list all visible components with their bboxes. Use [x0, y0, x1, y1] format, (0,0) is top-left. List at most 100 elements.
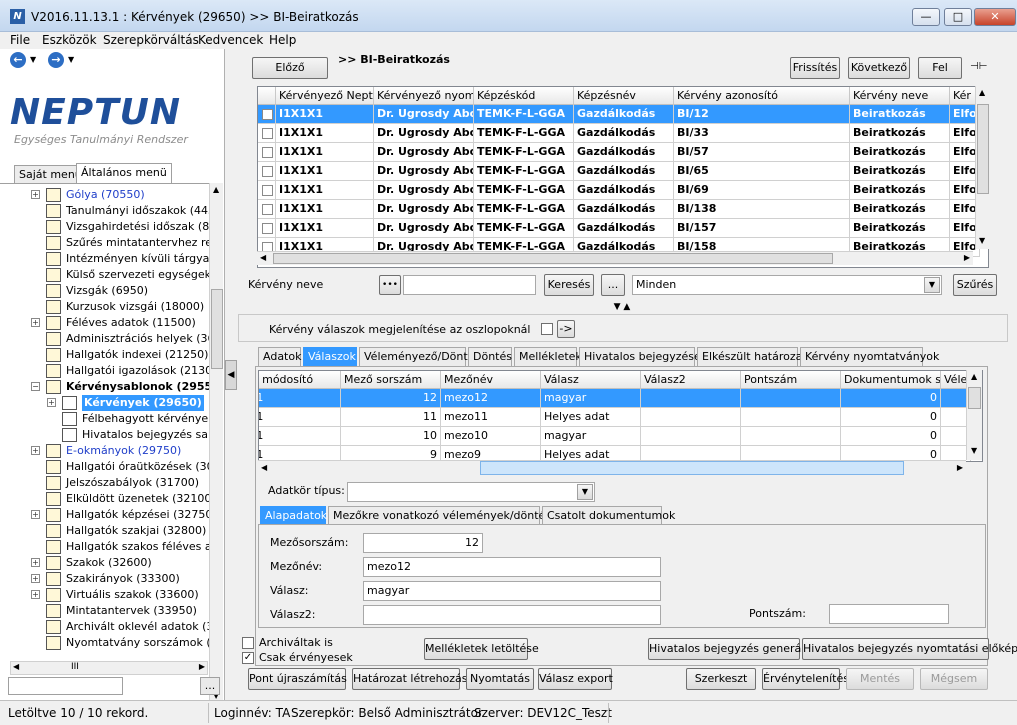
column-header[interactable]: Kérvényező Nept... — [276, 87, 374, 105]
column-header[interactable]: Pontszám — [741, 371, 841, 389]
refresh-button[interactable]: Frissítés — [790, 57, 840, 79]
collapse-left-panel-icon[interactable]: ◀ — [225, 360, 237, 390]
sorszam-field[interactable]: 12 — [363, 533, 483, 553]
menu-kedvencek[interactable]: Kedvencek — [198, 33, 263, 47]
tree-item[interactable]: + Hallgatók képzései (32750) — [0, 507, 210, 523]
search-button[interactable]: Keresés — [544, 274, 594, 296]
tree-item[interactable]: + Virtuális szakok (33600) — [0, 587, 210, 603]
tree-item[interactable]: + Szakok (32600) — [0, 555, 210, 571]
create-decision-button[interactable]: Határozat létrehozás — [352, 668, 468, 690]
tree-item[interactable]: Jelszószabályok (31700) — [0, 475, 210, 491]
expand-icon[interactable]: + — [47, 398, 56, 407]
request-name-input[interactable] — [403, 275, 536, 295]
tab-válaszok[interactable]: Válaszok — [303, 347, 357, 366]
tree-item[interactable]: Hallgatók szakos féléves ada — [0, 539, 210, 555]
tab-véleményező-döntő[interactable]: Véleményező/Döntő — [359, 347, 474, 366]
collapse-icon[interactable]: − — [31, 382, 40, 391]
attachments-download-button[interactable]: Mellékletek letöltése — [424, 638, 539, 660]
expand-icon[interactable]: + — [31, 558, 40, 567]
chevron-down-icon[interactable]: ▼ — [577, 484, 593, 500]
column-header[interactable]: Válasz2 — [641, 371, 741, 389]
up-button[interactable]: Fel — [918, 57, 962, 79]
tree-item[interactable]: Adminisztrációs helyek (3600) — [0, 331, 210, 347]
subtab-2[interactable]: Csatolt dokumentumok — [542, 506, 675, 525]
tab-mellékletek[interactable]: Mellékletek — [514, 347, 582, 366]
prev-button[interactable]: Előző — [252, 57, 328, 79]
mezonev-field[interactable]: mezo12 — [363, 557, 661, 577]
left-tree-scrollbar[interactable]: ▲ ▼ — [209, 183, 223, 703]
maximize-button[interactable]: □ — [944, 8, 972, 26]
expand-icon[interactable]: + — [31, 510, 40, 519]
tree-item[interactable]: Félbehagyott kérvények ( — [0, 411, 210, 427]
filter-select[interactable]: Minden ▼ — [632, 275, 942, 295]
row-checkbox[interactable] — [262, 128, 273, 139]
minimize-button[interactable]: — — [912, 8, 940, 26]
tree-item[interactable]: + Szakirányok (33300) — [0, 571, 210, 587]
tree-item[interactable]: Hallgatói óraütközések (3010 — [0, 459, 210, 475]
valasz2-field[interactable] — [363, 605, 661, 625]
expand-icon[interactable]: + — [31, 318, 40, 327]
tree-item[interactable]: + Kérvények (29650) — [0, 395, 210, 411]
row-checkbox[interactable] — [262, 204, 273, 215]
column-header[interactable]: Képzésnév — [574, 87, 674, 105]
tree-item[interactable]: Kurzusok vizsgái (18000) — [0, 299, 210, 315]
datakor-select[interactable]: ▼ — [347, 482, 595, 502]
valasz-field[interactable]: magyar — [363, 581, 661, 601]
column-header[interactable]: Válasz — [541, 371, 641, 389]
left-search-input[interactable] — [8, 677, 123, 695]
tree-item[interactable]: + Gólya (70550) — [0, 187, 210, 203]
tree-item[interactable]: − Kérvénysablonok (29550 — [0, 379, 210, 395]
pontszam-field[interactable] — [829, 604, 949, 624]
tree-item[interactable]: Hallgatók indexei (21250) — [0, 347, 210, 363]
column-header[interactable]: Képzéskód — [474, 87, 574, 105]
row-checkbox[interactable] — [262, 223, 273, 234]
back-dropdown-icon[interactable]: ▼ — [30, 55, 36, 64]
archived-checkbox[interactable] — [242, 637, 254, 649]
table-row[interactable]: I1X1X1 Dr. Ugrosdy Abo TEMK-F-L-GGA Gazdálk… — [258, 124, 980, 143]
next-button[interactable]: Következő — [848, 57, 910, 79]
forward-dropdown-icon[interactable]: ▼ — [68, 55, 74, 64]
subtab-0[interactable]: Alapadatok — [260, 506, 327, 525]
table-row[interactable]: I1X1X1 Dr. Ugrosdy Abo TEMK-F-L-GGA Gazdálk… — [258, 200, 980, 219]
left-dots-button[interactable]: ... — [200, 677, 220, 695]
ellipsis-button[interactable]: ... — [601, 274, 625, 296]
tree-item[interactable]: Külső szervezeti egységek (6( — [0, 267, 210, 283]
tree-item[interactable]: Archivált oklevél adatok (359 — [0, 619, 210, 635]
table-row[interactable]: I1X1X112mezo12magyar 0 — [259, 389, 971, 408]
print-button[interactable]: Nyomtatás — [466, 668, 534, 690]
expand-icon[interactable]: + — [31, 574, 40, 583]
chevron-down-icon[interactable]: ▼ — [924, 277, 940, 293]
official-print-preview-button[interactable]: Hivatalos bejegyzés nyomtatási előkép — [802, 638, 1017, 660]
tree-item[interactable]: Vizsgahirdetési időszak (8250 — [0, 219, 210, 235]
column-header[interactable]: Mezőnév — [441, 371, 541, 389]
edit-button[interactable]: Szerkeszt — [686, 668, 756, 690]
column-header[interactable]: Kérvény azonosító — [674, 87, 850, 105]
answer-export-button[interactable]: Válasz export — [538, 668, 613, 690]
row-checkbox[interactable] — [262, 185, 273, 196]
left-horizontal-scrollbar[interactable]: ◀ III ▶ — [10, 661, 208, 675]
tree-item[interactable]: Hallgatói igazolások (21300) — [0, 363, 210, 379]
pin-icon[interactable]: ⊣⊢ — [970, 61, 987, 72]
menu-eszkozok[interactable]: Eszközök — [42, 33, 97, 47]
tree-item[interactable]: Hivatalos bejegyzés sablo — [0, 427, 210, 443]
row-checkbox[interactable] — [262, 109, 273, 120]
menu-szerepkorvaltas[interactable]: Szerepkörváltás — [103, 33, 199, 47]
table-row[interactable]: I1X1X1 Dr. Ugrosdy Abo TEMK-F-L-GGA Gazdálk… — [258, 219, 980, 238]
table-row[interactable]: I1X1X1 Dr. Ugrosdy Abo TEMK-F-L-GGA Gazdálk… — [258, 143, 980, 162]
tree-item[interactable]: + Féléves adatok (11500) — [0, 315, 210, 331]
valid-only-checkbox[interactable]: ✓ — [242, 652, 254, 664]
tree-item[interactable]: Intézményen kívüli tárgyak (4 — [0, 251, 210, 267]
splitter-arrows-icon[interactable]: ▼ ▲ — [597, 302, 647, 312]
close-button[interactable]: ✕ — [974, 8, 1016, 26]
column-header[interactable]: Utolsó módosító — [259, 371, 341, 389]
more-options-button[interactable]: ••• — [379, 275, 401, 295]
column-header[interactable]: Dokumentumok s... — [841, 371, 941, 389]
tab-kérvény-nyomtatványok[interactable]: Kérvény nyomtatványok — [800, 347, 939, 366]
tab-elkészült-határozat[interactable]: Elkészült határozat — [697, 347, 807, 366]
tree-item[interactable]: Hallgatók szakjai (32800) — [0, 523, 210, 539]
forward-arrow-icon[interactable]: → — [48, 52, 64, 68]
tree-item[interactable]: Nyomtatvány sorszámok (359 — [0, 635, 210, 651]
table-row[interactable]: I1X1X1 Dr. Ugrosdy Abo TEMK-F-L-GGA Gazdálk… — [258, 162, 980, 181]
recalc-button[interactable]: Pont újraszámítás — [248, 668, 347, 690]
requests-grid-vscroll[interactable]: ▲ ▼ — [975, 86, 989, 249]
